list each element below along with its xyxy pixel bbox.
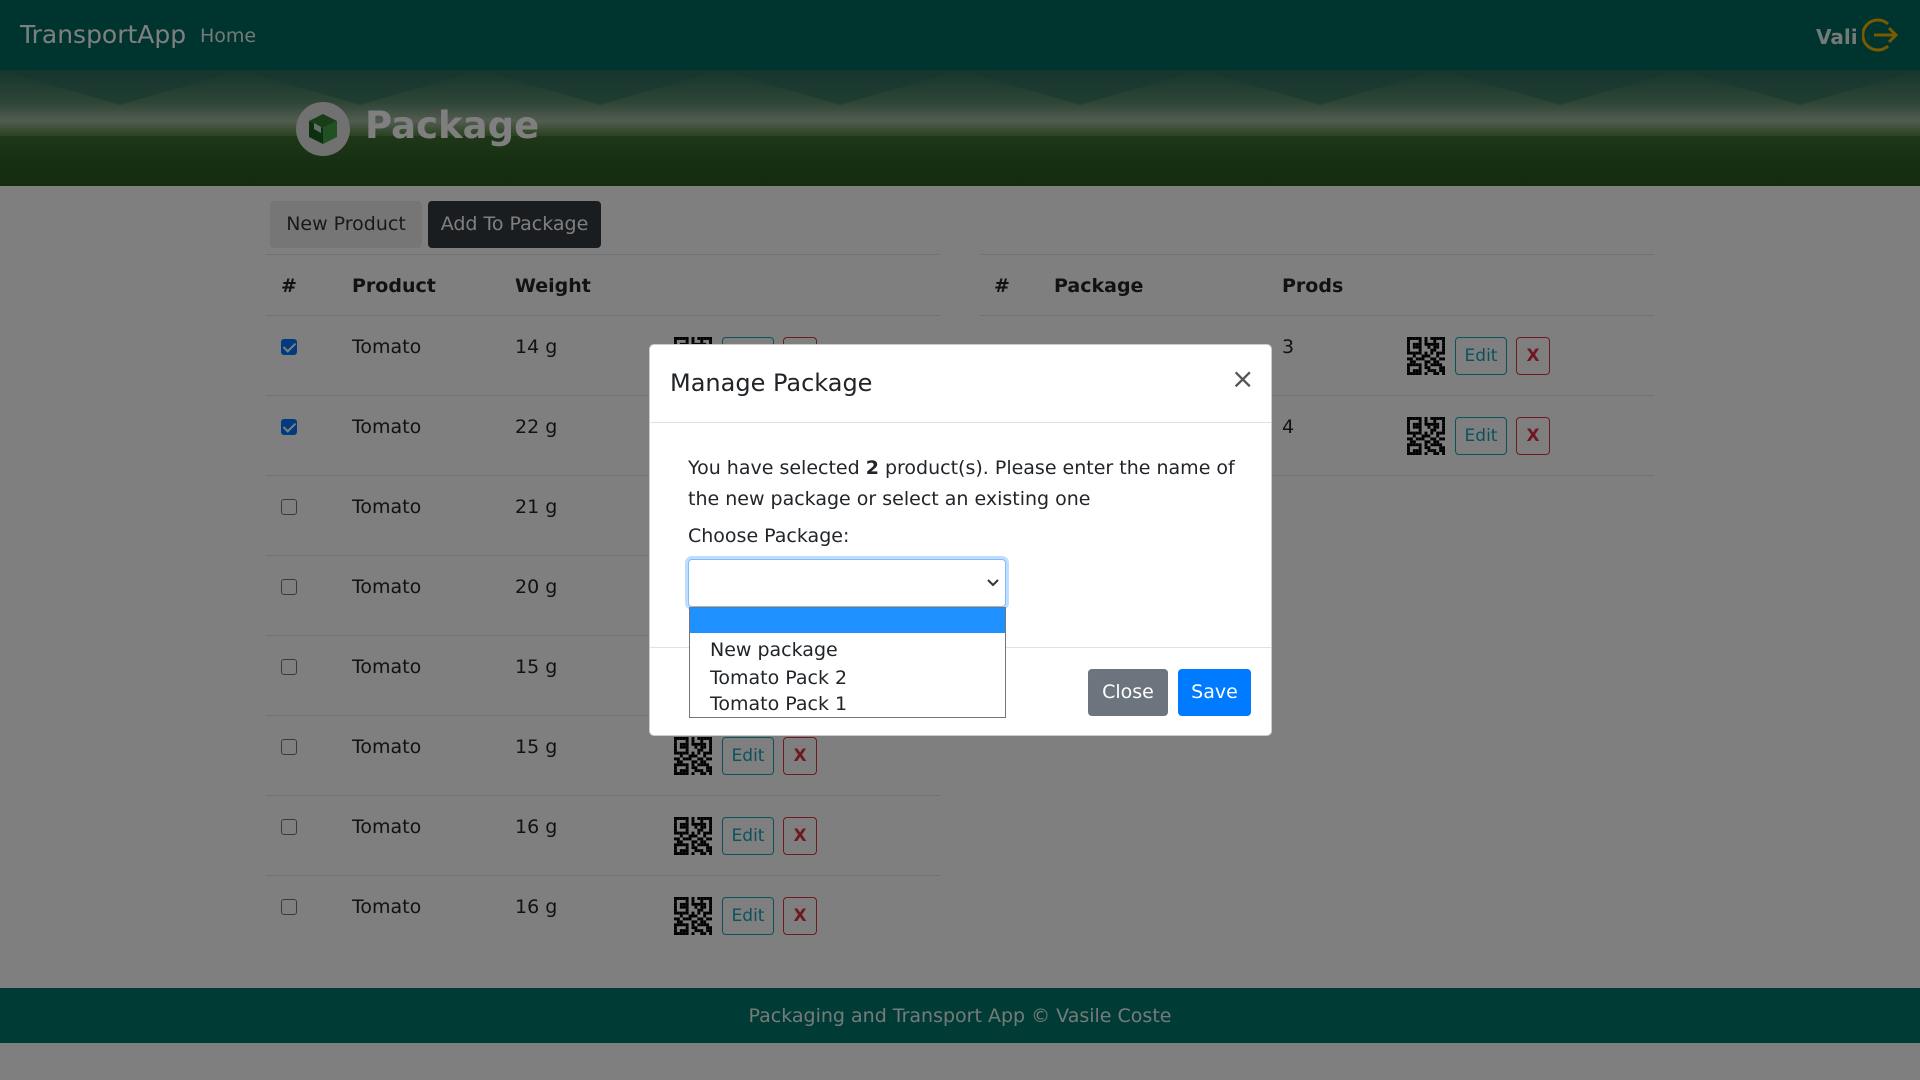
modal-message: You have selected 2 product(s). Please e… [688, 453, 1248, 515]
choose-package-label: Choose Package: [688, 525, 850, 547]
selected-count: 2 [865, 457, 879, 479]
option-empty[interactable] [690, 608, 1005, 633]
option-new-package[interactable]: New package [690, 636, 1005, 664]
option-tomato-pack-2[interactable]: Tomato Pack 2 [690, 664, 1005, 692]
package-options-dropdown: New package Tomato Pack 2 Tomato Pack 1 [689, 607, 1006, 718]
modal-header-divider [650, 422, 1271, 423]
chevron-down-icon [987, 579, 999, 587]
option-tomato-pack-1[interactable]: Tomato Pack 1 [690, 690, 1005, 718]
save-button[interactable]: Save [1178, 669, 1251, 716]
choose-package-select[interactable] [688, 559, 1006, 607]
modal-close-icon[interactable]: × [1231, 365, 1254, 393]
close-button[interactable]: Close [1088, 669, 1168, 716]
message-text-start: You have selected [688, 457, 866, 479]
modal-title: Manage Package [670, 369, 873, 397]
